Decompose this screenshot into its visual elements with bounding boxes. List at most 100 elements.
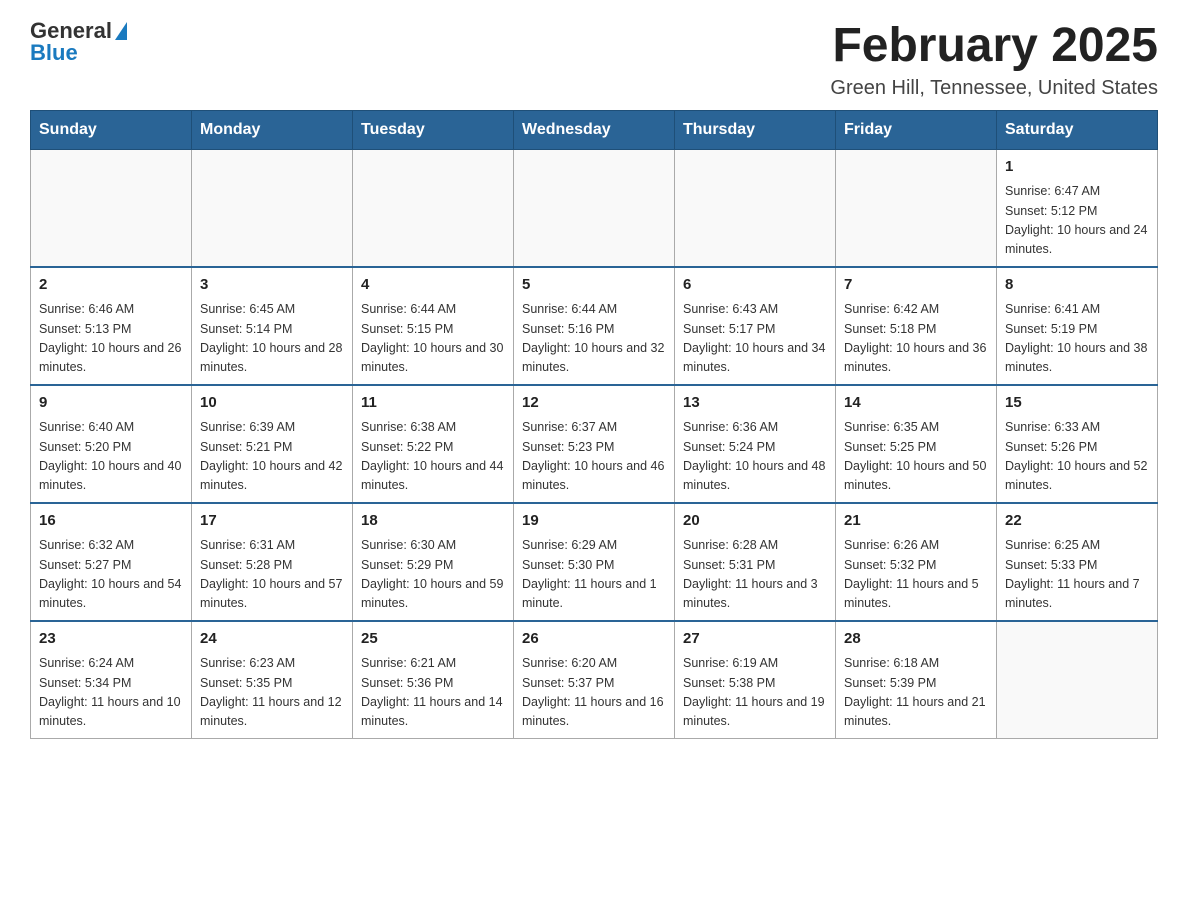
calendar-cell: 13 Sunrise: 6:36 AM Sunset: 5:24 PM Dayli… bbox=[675, 385, 836, 503]
day-number: 26 bbox=[522, 628, 666, 651]
calendar-cell: 20Sunrise: 6:28 AM Sunset: 5:31 PM Dayli… bbox=[675, 503, 836, 621]
day-number: 8 bbox=[1005, 274, 1149, 297]
calendar-cell: 28 Sunrise: 6:18 AM Sunset: 5:39 PM Dayli… bbox=[836, 621, 997, 739]
day-number: 1 bbox=[1005, 156, 1149, 179]
calendar-cell bbox=[192, 149, 353, 267]
day-info: Sunrise: 6:20 AM Sunset: 5:37 PM Dayligh… bbox=[522, 654, 666, 732]
calendar-table: SundayMondayTuesdayWednesdayThursdayFrid… bbox=[30, 110, 1158, 739]
calendar-cell: 16 Sunrise: 6:32 AM Sunset: 5:27 PM Dayli… bbox=[31, 503, 192, 621]
day-info: Sunrise: 6:43 AM Sunset: 5:17 PM Dayligh… bbox=[683, 300, 827, 378]
day-info: Sunrise: 6:36 AM Sunset: 5:24 PM Dayligh… bbox=[683, 418, 827, 496]
weekday-header-thursday: Thursday bbox=[675, 110, 836, 149]
day-number: 15 bbox=[1005, 392, 1149, 415]
day-info: Sunrise: 6:47 AM Sunset: 5:12 PM Dayligh… bbox=[1005, 182, 1149, 260]
day-info: Sunrise: 6:32 AM Sunset: 5:27 PM Dayligh… bbox=[39, 536, 183, 614]
day-number: 21 bbox=[844, 510, 988, 533]
weekday-header-friday: Friday bbox=[836, 110, 997, 149]
day-number: 18 bbox=[361, 510, 505, 533]
calendar-cell bbox=[997, 621, 1158, 739]
day-number: 17 bbox=[200, 510, 344, 533]
calendar-cell: 18Sunrise: 6:30 AM Sunset: 5:29 PM Dayli… bbox=[353, 503, 514, 621]
day-number: 14 bbox=[844, 392, 988, 415]
weekday-header-saturday: Saturday bbox=[997, 110, 1158, 149]
calendar-cell bbox=[836, 149, 997, 267]
calendar-cell: 2 Sunrise: 6:46 AM Sunset: 5:13 PM Daylig… bbox=[31, 267, 192, 385]
calendar-week-row: 2 Sunrise: 6:46 AM Sunset: 5:13 PM Daylig… bbox=[31, 267, 1158, 385]
day-info: Sunrise: 6:35 AM Sunset: 5:25 PM Dayligh… bbox=[844, 418, 988, 496]
calendar-cell: 6 Sunrise: 6:43 AM Sunset: 5:17 PM Daylig… bbox=[675, 267, 836, 385]
day-number: 7 bbox=[844, 274, 988, 297]
day-number: 28 bbox=[844, 628, 988, 651]
day-info: Sunrise: 6:44 AM Sunset: 5:16 PM Dayligh… bbox=[522, 300, 666, 378]
day-info: Sunrise: 6:26 AM Sunset: 5:32 PM Dayligh… bbox=[844, 536, 988, 614]
calendar-cell: 26 Sunrise: 6:20 AM Sunset: 5:37 PM Dayli… bbox=[514, 621, 675, 739]
day-number: 22 bbox=[1005, 510, 1149, 533]
day-info: Sunrise: 6:33 AM Sunset: 5:26 PM Dayligh… bbox=[1005, 418, 1149, 496]
calendar-week-row: 1 Sunrise: 6:47 AM Sunset: 5:12 PM Daylig… bbox=[31, 149, 1158, 267]
day-number: 3 bbox=[200, 274, 344, 297]
day-info: Sunrise: 6:37 AM Sunset: 5:23 PM Dayligh… bbox=[522, 418, 666, 496]
day-info: Sunrise: 6:46 AM Sunset: 5:13 PM Dayligh… bbox=[39, 300, 183, 378]
day-number: 10 bbox=[200, 392, 344, 415]
day-info: Sunrise: 6:38 AM Sunset: 5:22 PM Dayligh… bbox=[361, 418, 505, 496]
calendar-cell: 23Sunrise: 6:24 AM Sunset: 5:34 PM Dayli… bbox=[31, 621, 192, 739]
day-info: Sunrise: 6:21 AM Sunset: 5:36 PM Dayligh… bbox=[361, 654, 505, 732]
calendar-week-row: 9Sunrise: 6:40 AM Sunset: 5:20 PM Daylig… bbox=[31, 385, 1158, 503]
day-info: Sunrise: 6:42 AM Sunset: 5:18 PM Dayligh… bbox=[844, 300, 988, 378]
day-number: 5 bbox=[522, 274, 666, 297]
day-info: Sunrise: 6:18 AM Sunset: 5:39 PM Dayligh… bbox=[844, 654, 988, 732]
page-title: February 2025 bbox=[830, 20, 1158, 73]
calendar-cell: 12 Sunrise: 6:37 AM Sunset: 5:23 PM Dayli… bbox=[514, 385, 675, 503]
day-info: Sunrise: 6:45 AM Sunset: 5:14 PM Dayligh… bbox=[200, 300, 344, 378]
calendar-week-row: 16 Sunrise: 6:32 AM Sunset: 5:27 PM Dayli… bbox=[31, 503, 1158, 621]
logo-blue-text: Blue bbox=[30, 42, 78, 64]
calendar-cell bbox=[514, 149, 675, 267]
logo-general-text: General bbox=[30, 20, 112, 42]
calendar-cell: 7 Sunrise: 6:42 AM Sunset: 5:18 PM Daylig… bbox=[836, 267, 997, 385]
weekday-header-monday: Monday bbox=[192, 110, 353, 149]
day-info: Sunrise: 6:29 AM Sunset: 5:30 PM Dayligh… bbox=[522, 536, 666, 614]
calendar-cell: 21 Sunrise: 6:26 AM Sunset: 5:32 PM Dayli… bbox=[836, 503, 997, 621]
calendar-cell: 19 Sunrise: 6:29 AM Sunset: 5:30 PM Dayli… bbox=[514, 503, 675, 621]
day-number: 12 bbox=[522, 392, 666, 415]
day-number: 16 bbox=[39, 510, 183, 533]
day-info: Sunrise: 6:19 AM Sunset: 5:38 PM Dayligh… bbox=[683, 654, 827, 732]
weekday-header-wednesday: Wednesday bbox=[514, 110, 675, 149]
day-number: 6 bbox=[683, 274, 827, 297]
day-number: 27 bbox=[683, 628, 827, 651]
calendar-cell: 15 Sunrise: 6:33 AM Sunset: 5:26 PM Dayli… bbox=[997, 385, 1158, 503]
calendar-cell: 10Sunrise: 6:39 AM Sunset: 5:21 PM Dayli… bbox=[192, 385, 353, 503]
calendar-cell: 5 Sunrise: 6:44 AM Sunset: 5:16 PM Daylig… bbox=[514, 267, 675, 385]
day-number: 19 bbox=[522, 510, 666, 533]
day-info: Sunrise: 6:44 AM Sunset: 5:15 PM Dayligh… bbox=[361, 300, 505, 378]
day-info: Sunrise: 6:31 AM Sunset: 5:28 PM Dayligh… bbox=[200, 536, 344, 614]
day-number: 23 bbox=[39, 628, 183, 651]
calendar-cell: 24 Sunrise: 6:23 AM Sunset: 5:35 PM Dayli… bbox=[192, 621, 353, 739]
calendar-cell: 3 Sunrise: 6:45 AM Sunset: 5:14 PM Daylig… bbox=[192, 267, 353, 385]
page-subtitle: Green Hill, Tennessee, United States bbox=[830, 77, 1158, 100]
calendar-cell: 22 Sunrise: 6:25 AM Sunset: 5:33 PM Dayli… bbox=[997, 503, 1158, 621]
calendar-header-row: SundayMondayTuesdayWednesdayThursdayFrid… bbox=[31, 110, 1158, 149]
calendar-cell: 27 Sunrise: 6:19 AM Sunset: 5:38 PM Dayli… bbox=[675, 621, 836, 739]
day-number: 24 bbox=[200, 628, 344, 651]
day-number: 2 bbox=[39, 274, 183, 297]
calendar-cell: 4Sunrise: 6:44 AM Sunset: 5:15 PM Daylig… bbox=[353, 267, 514, 385]
day-number: 13 bbox=[683, 392, 827, 415]
day-number: 11 bbox=[361, 392, 505, 415]
calendar-cell bbox=[675, 149, 836, 267]
calendar-cell bbox=[353, 149, 514, 267]
page-header: General Blue February 2025 Green Hill, T… bbox=[30, 20, 1158, 100]
day-number: 9 bbox=[39, 392, 183, 415]
day-info: Sunrise: 6:23 AM Sunset: 5:35 PM Dayligh… bbox=[200, 654, 344, 732]
calendar-cell: 11 Sunrise: 6:38 AM Sunset: 5:22 PM Dayli… bbox=[353, 385, 514, 503]
logo: General Blue bbox=[30, 20, 127, 64]
calendar-cell: 25Sunrise: 6:21 AM Sunset: 5:36 PM Dayli… bbox=[353, 621, 514, 739]
weekday-header-tuesday: Tuesday bbox=[353, 110, 514, 149]
calendar-week-row: 23Sunrise: 6:24 AM Sunset: 5:34 PM Dayli… bbox=[31, 621, 1158, 739]
calendar-cell bbox=[31, 149, 192, 267]
calendar-cell: 9Sunrise: 6:40 AM Sunset: 5:20 PM Daylig… bbox=[31, 385, 192, 503]
logo-triangle-icon bbox=[115, 22, 127, 40]
day-info: Sunrise: 6:25 AM Sunset: 5:33 PM Dayligh… bbox=[1005, 536, 1149, 614]
calendar-cell: 1 Sunrise: 6:47 AM Sunset: 5:12 PM Daylig… bbox=[997, 149, 1158, 267]
calendar-cell: 17 Sunrise: 6:31 AM Sunset: 5:28 PM Dayli… bbox=[192, 503, 353, 621]
